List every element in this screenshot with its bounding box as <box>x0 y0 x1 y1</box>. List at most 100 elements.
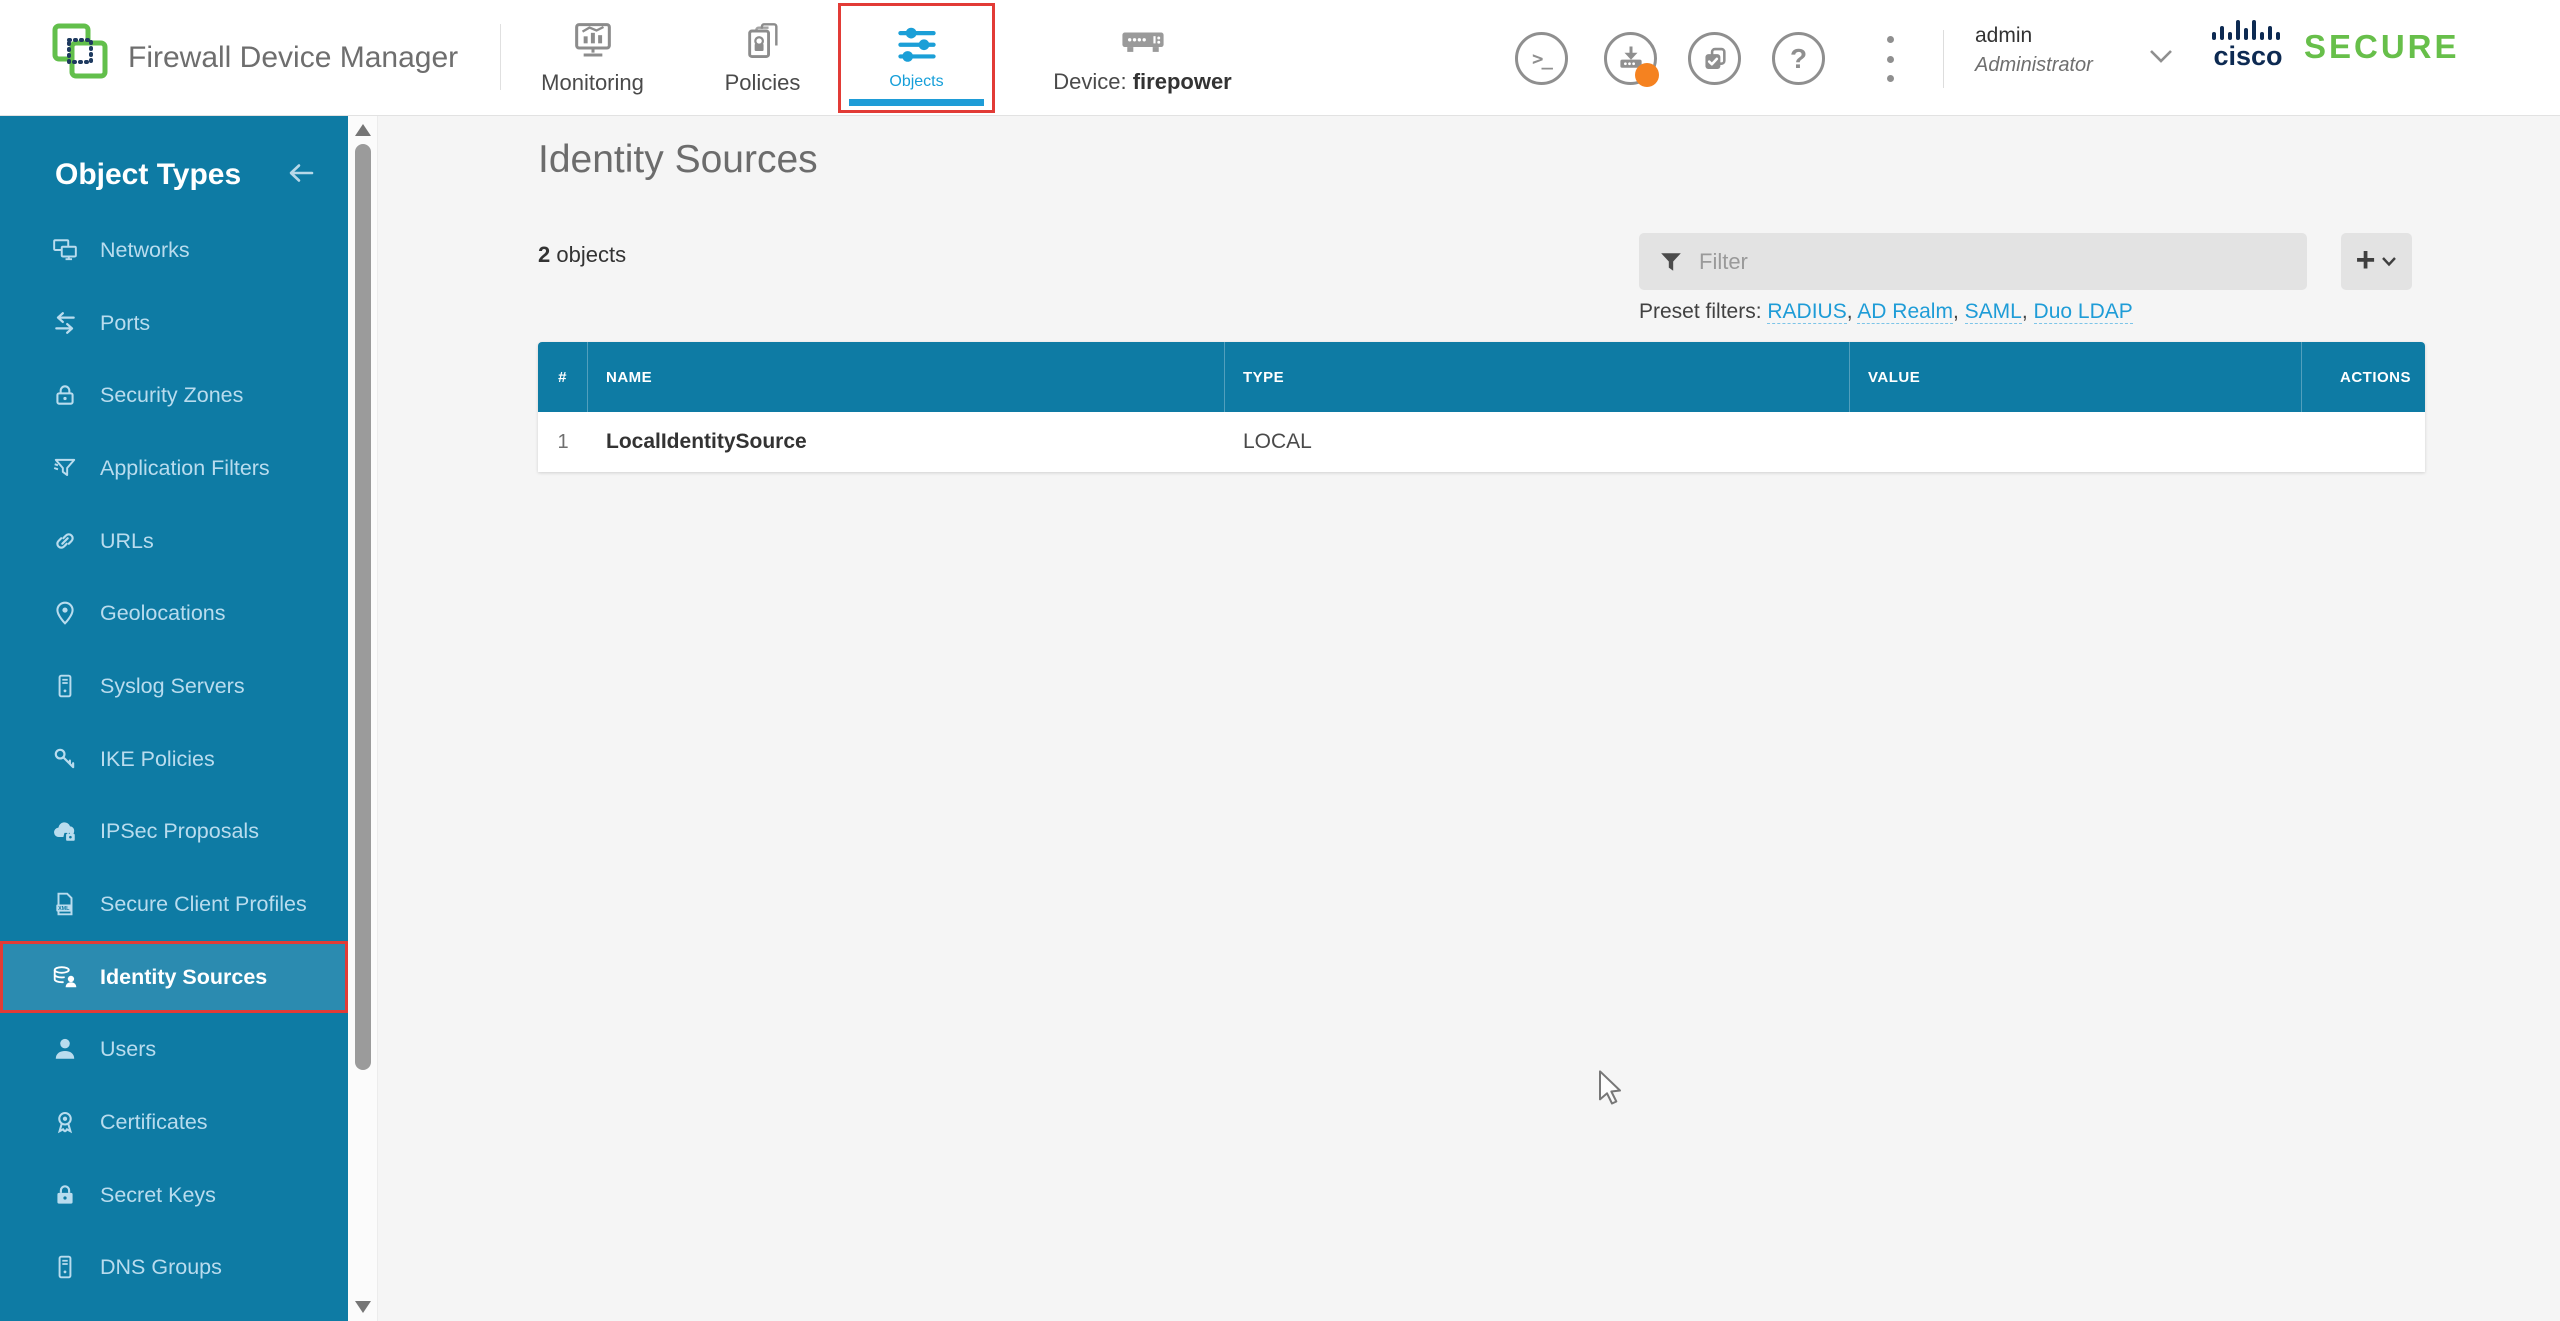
sidebar-item-ports[interactable]: Ports <box>0 287 348 359</box>
column-header-value[interactable]: VALUE <box>1850 342 2302 412</box>
user-menu[interactable]: admin Administrator <box>1975 24 2093 77</box>
device-icon <box>1120 22 1166 60</box>
plus-icon: + <box>2356 243 2376 277</box>
row-name: LocalIdentitySource <box>588 430 1225 454</box>
objects-active-underline <box>849 99 984 106</box>
kebab-dot <box>1887 56 1894 63</box>
cisco-secure-logo: cisco SECURE <box>2210 18 2460 68</box>
sidebar-item-networks[interactable]: Networks <box>0 214 348 286</box>
dns-server-icon <box>52 1254 78 1280</box>
column-header-actions: ACTIONS <box>2302 342 2425 412</box>
deploy-pending-badge <box>1635 63 1659 87</box>
filter-box[interactable] <box>1639 233 2307 290</box>
chevron-down-icon[interactable] <box>2148 48 2174 64</box>
top-header: Firewall Device Manager Monitoring <box>0 0 2560 116</box>
user-divider <box>1943 30 1944 88</box>
cli-icon: >_ <box>1532 48 1551 70</box>
preset-filter-duo-ldap[interactable]: Duo LDAP <box>2034 300 2133 324</box>
sidebar-item-ipsec-proposals[interactable]: IPSec Proposals <box>0 795 348 867</box>
scrollbar-thumb[interactable] <box>355 144 371 1070</box>
objects-icon <box>896 26 938 64</box>
help-icon: ? <box>1790 43 1807 75</box>
kebab-dot <box>1887 75 1894 82</box>
tab-policies[interactable]: Policies <box>690 0 835 116</box>
sidebar-item-label: Ports <box>100 311 150 336</box>
sidebar-item-label: Users <box>100 1037 156 1062</box>
sidebar-item-label: Certificates <box>100 1110 208 1135</box>
sidebar-item-application-filters[interactable]: Application Filters <box>0 432 348 504</box>
tab-objects[interactable]: Objects <box>838 3 995 113</box>
server-icon <box>52 673 78 699</box>
user-role: Administrator <box>1975 54 2093 77</box>
policies-icon <box>743 21 783 61</box>
sidebar-item-label: Application Filters <box>100 456 270 481</box>
preset-filter-ad-realm[interactable]: AD Realm <box>1857 300 1953 324</box>
preset-filter-saml[interactable]: SAML <box>1965 300 2022 324</box>
deploy-button[interactable] <box>1604 32 1657 85</box>
link-icon <box>52 528 78 554</box>
column-header-type[interactable]: TYPE <box>1225 342 1850 412</box>
user-icon <box>52 1036 78 1062</box>
sidebar-item-users[interactable]: Users <box>0 1013 348 1085</box>
column-header-name[interactable]: NAME <box>588 342 1225 412</box>
scroll-down-arrow[interactable] <box>355 1301 371 1313</box>
collapse-sidebar-icon[interactable] <box>286 160 316 186</box>
svg-text:XML: XML <box>58 906 70 912</box>
ports-icon <box>52 310 78 336</box>
sidebar-item-syslog-servers[interactable]: Syslog Servers <box>0 650 348 722</box>
sidebar-item-certificates[interactable]: Certificates <box>0 1086 348 1158</box>
preset-filters: Preset filters: RADIUS, AD Realm, SAML, … <box>1639 300 2133 324</box>
monitoring-icon <box>572 21 614 61</box>
sidebar-item-identity-sources[interactable]: Identity Sources <box>0 941 348 1013</box>
more-options-button[interactable] <box>1880 36 1900 82</box>
tab-monitoring[interactable]: Monitoring <box>505 0 680 116</box>
object-count-number: 2 <box>538 242 550 267</box>
tab-device[interactable]: Device: firepower <box>1005 0 1280 116</box>
sidebar-item-security-zones[interactable]: Security Zones <box>0 359 348 431</box>
object-count: 2 objects <box>538 242 626 268</box>
map-pin-icon <box>52 600 78 626</box>
sidebar-item-label: URLs <box>100 529 154 554</box>
table-row[interactable]: 1 LocalIdentitySource LOCAL <box>538 412 2425 472</box>
add-object-button[interactable]: + <box>2341 233 2412 290</box>
sidebar-item-label: DNS Groups <box>100 1255 222 1280</box>
cisco-logo: cisco <box>2210 18 2286 68</box>
sidebar-title: Object Types <box>55 158 241 192</box>
sidebar-item-secret-keys[interactable]: Secret Keys <box>0 1159 348 1231</box>
scroll-up-arrow[interactable] <box>355 124 371 136</box>
sidebar-scrollbar[interactable] <box>348 116 378 1321</box>
cloud-lock-icon <box>52 818 78 844</box>
sidebar-item-geolocations[interactable]: Geolocations <box>0 577 348 649</box>
object-types-sidebar: Object Types Networks Ports <box>0 116 348 1321</box>
identity-sources-icon <box>52 964 78 990</box>
help-button[interactable]: ? <box>1772 32 1825 85</box>
tasks-icon <box>1701 45 1729 73</box>
filter-funnel-icon <box>1659 250 1683 274</box>
tab-objects-label: Objects <box>889 73 943 91</box>
secure-wordmark: SECURE <box>2304 28 2460 68</box>
sidebar-item-label: Syslog Servers <box>100 674 245 699</box>
main-content: Identity Sources 2 objects + Preset filt… <box>379 116 2560 1321</box>
networks-icon <box>52 237 78 263</box>
column-header-num[interactable]: # <box>538 342 588 412</box>
filter-input[interactable] <box>1699 249 2287 275</box>
sidebar-item-urls[interactable]: URLs <box>0 505 348 577</box>
tab-policies-label: Policies <box>725 70 801 96</box>
firewall-device-manager-screen: Firewall Device Manager Monitoring <box>0 0 2560 1321</box>
cli-console-button[interactable]: >_ <box>1515 32 1568 85</box>
sidebar-item-label: Secret Keys <box>100 1183 216 1208</box>
tasks-button[interactable] <box>1688 32 1741 85</box>
certificate-icon <box>52 1109 78 1135</box>
sidebar-item-dns-groups[interactable]: DNS Groups <box>0 1231 348 1303</box>
sidebar-item-secure-client-profiles[interactable]: XML Secure Client Profiles <box>0 868 348 940</box>
sidebar-item-label: Secure Client Profiles <box>100 892 307 917</box>
user-name: admin <box>1975 24 2093 48</box>
sidebar-item-label: Networks <box>100 238 190 263</box>
sidebar-item-label: IPSec Proposals <box>100 819 259 844</box>
sidebar-item-ike-policies[interactable]: IKE Policies <box>0 723 348 795</box>
table-header-row: # NAME TYPE VALUE ACTIONS <box>538 342 2425 412</box>
preset-filters-label: Preset filters: <box>1639 300 1767 323</box>
secret-key-lock-icon <box>52 1182 78 1208</box>
preset-filter-radius[interactable]: RADIUS <box>1767 300 1846 324</box>
page-title: Identity Sources <box>538 138 818 182</box>
